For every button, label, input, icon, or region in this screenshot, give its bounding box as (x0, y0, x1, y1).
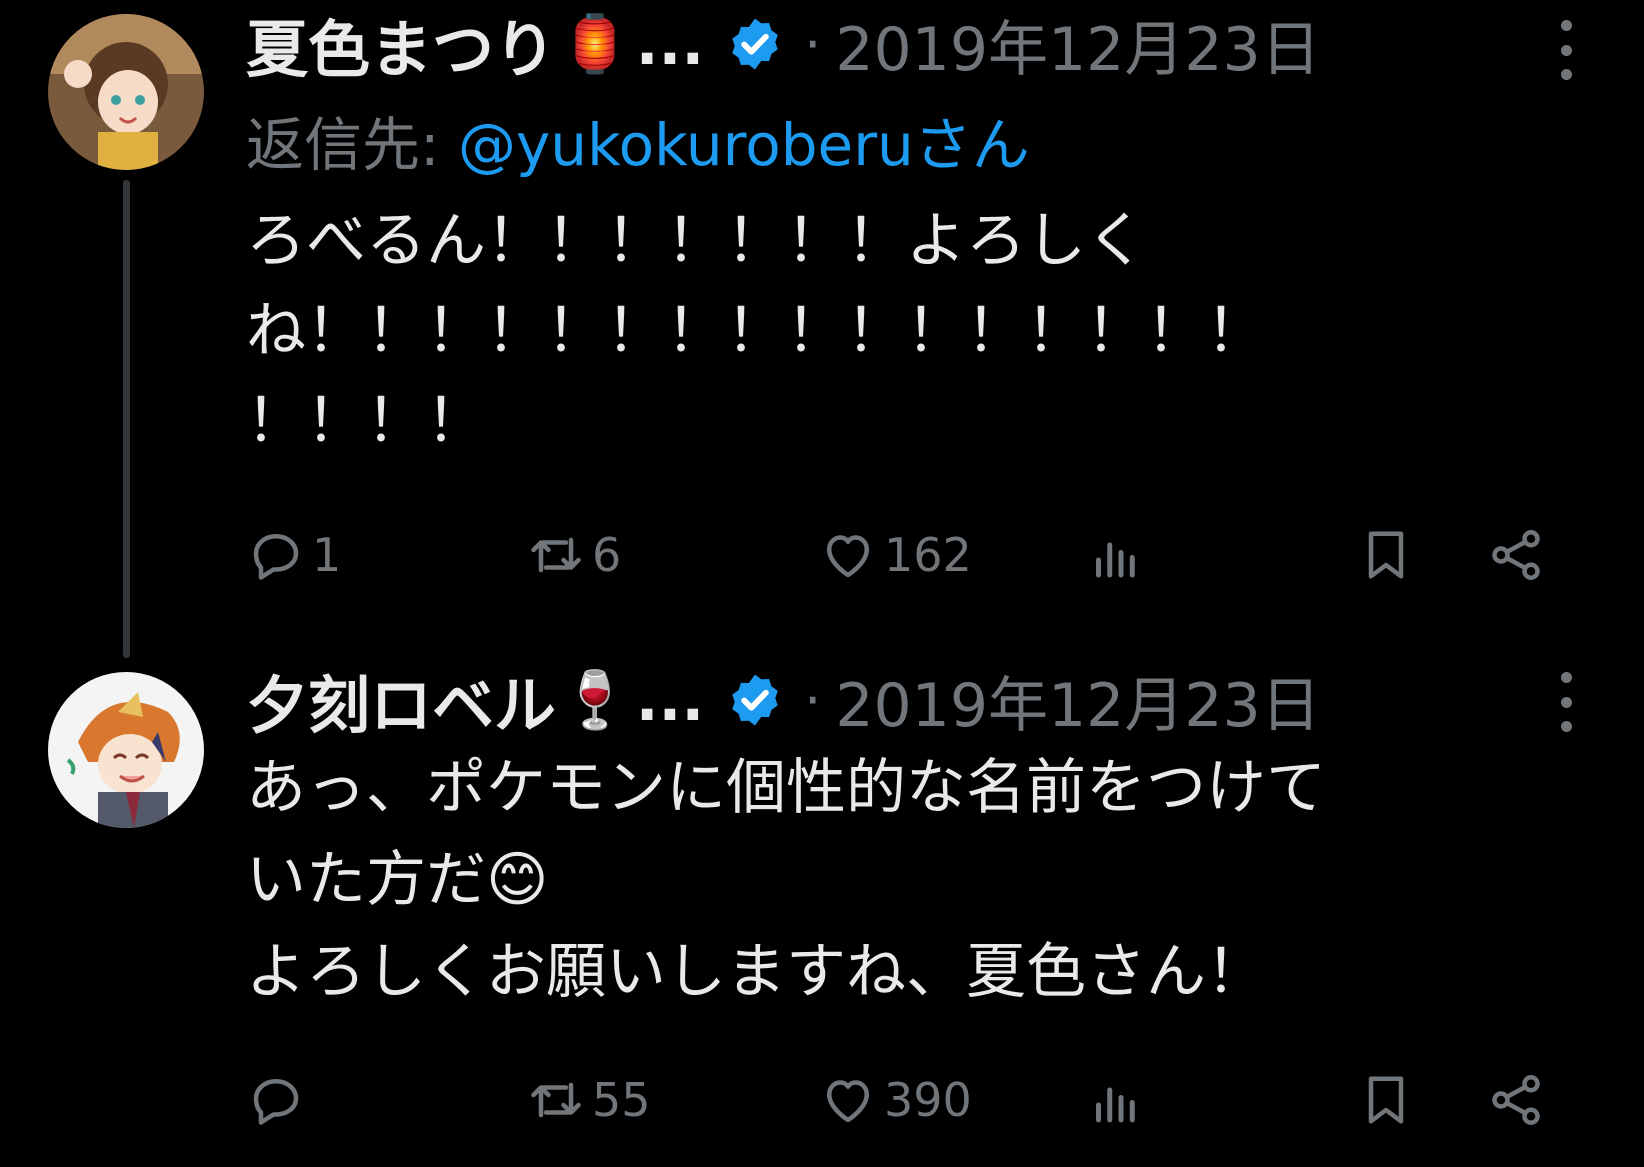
author-name[interactable]: 夏色まつり (246, 0, 556, 89)
tweet-header: 夕刻ロベル 🍷 ... · 2019年12月23日 (246, 660, 1321, 742)
share-icon (1492, 530, 1540, 580)
name-ellipsis: ... (635, 665, 705, 735)
like-count: 162 (884, 528, 972, 582)
more-icon[interactable] (1558, 20, 1574, 80)
views-icon (1096, 542, 1135, 578)
tweet-date[interactable]: 2019年12月23日 (835, 657, 1320, 744)
avatar-matsuri[interactable] (48, 14, 204, 170)
author-name[interactable]: 夕刻ロベル (246, 655, 556, 745)
verified-badge-icon (732, 674, 778, 726)
views-button[interactable] (1086, 1065, 1146, 1135)
retweet-button[interactable]: 55 (526, 1065, 651, 1135)
reply-icon (253, 534, 299, 580)
bookmark-icon (1368, 1076, 1404, 1124)
tweet-date[interactable]: 2019年12月23日 (835, 1, 1320, 88)
reply-button[interactable]: 1 (246, 520, 341, 590)
like-icon (827, 535, 869, 578)
action-bar: 55 390 (246, 1065, 1566, 1135)
like-icon (827, 1080, 869, 1123)
retweet-count: 6 (592, 528, 622, 582)
views-icon (1096, 1087, 1135, 1123)
views-button[interactable] (1086, 520, 1146, 590)
retweet-icon (531, 537, 581, 573)
bookmark-button[interactable] (1356, 520, 1416, 590)
reply-to-line: 返信先: @yukokuroberuさん (246, 98, 1030, 182)
reply-to-handle[interactable]: @yukokuroberuさん (458, 111, 1030, 179)
name-ellipsis: ... (635, 9, 705, 79)
verified-badge-icon (732, 18, 778, 70)
tweet-matsuri[interactable]: 夏色まつり 🏮 ... · 2019年12月23日 返信先: @yukokuro… (0, 0, 1644, 658)
reply-to-label: 返信先: (246, 111, 440, 179)
like-count: 390 (884, 1073, 972, 1127)
wine-emoji: 🍷 (560, 668, 630, 733)
more-icon[interactable] (1558, 672, 1574, 732)
reply-icon (253, 1079, 299, 1125)
share-button[interactable] (1486, 520, 1546, 590)
thread-connector-line (123, 180, 130, 658)
retweet-button[interactable]: 6 (526, 520, 621, 590)
like-button[interactable]: 162 (818, 520, 972, 590)
bookmark-button[interactable] (1356, 1065, 1416, 1135)
share-button[interactable] (1486, 1065, 1546, 1135)
reply-button[interactable] (246, 1065, 312, 1135)
separator-dot: · (804, 12, 822, 76)
separator-dot: · (804, 668, 822, 732)
action-bar: 1 6 162 (246, 520, 1566, 590)
tweet-roberu[interactable]: 夕刻ロベル 🍷 ... · 2019年12月23日 あっ、ポケモンに個性的な名前… (0, 650, 1644, 1167)
share-icon (1492, 1075, 1540, 1125)
tweet-header: 夏色まつり 🏮 ... · 2019年12月23日 (246, 4, 1321, 86)
tweet-text: ろべるん！！！！！！！よろしく ね！！！！！！！！！！！！！！！！ ！！！！ (246, 206, 1266, 456)
lantern-emoji: 🏮 (560, 12, 630, 77)
tweet-text: あっ、ポケモンに個性的な名前をつけて いた方だ😊 よろしくお願いしますね、夏色さ… (246, 753, 1326, 1007)
retweet-count: 55 (592, 1073, 651, 1127)
retweet-icon (531, 1082, 581, 1118)
reply-count: 1 (312, 528, 342, 582)
like-button[interactable]: 390 (818, 1065, 972, 1135)
bookmark-icon (1368, 531, 1404, 579)
avatar-roberu[interactable] (48, 672, 204, 828)
